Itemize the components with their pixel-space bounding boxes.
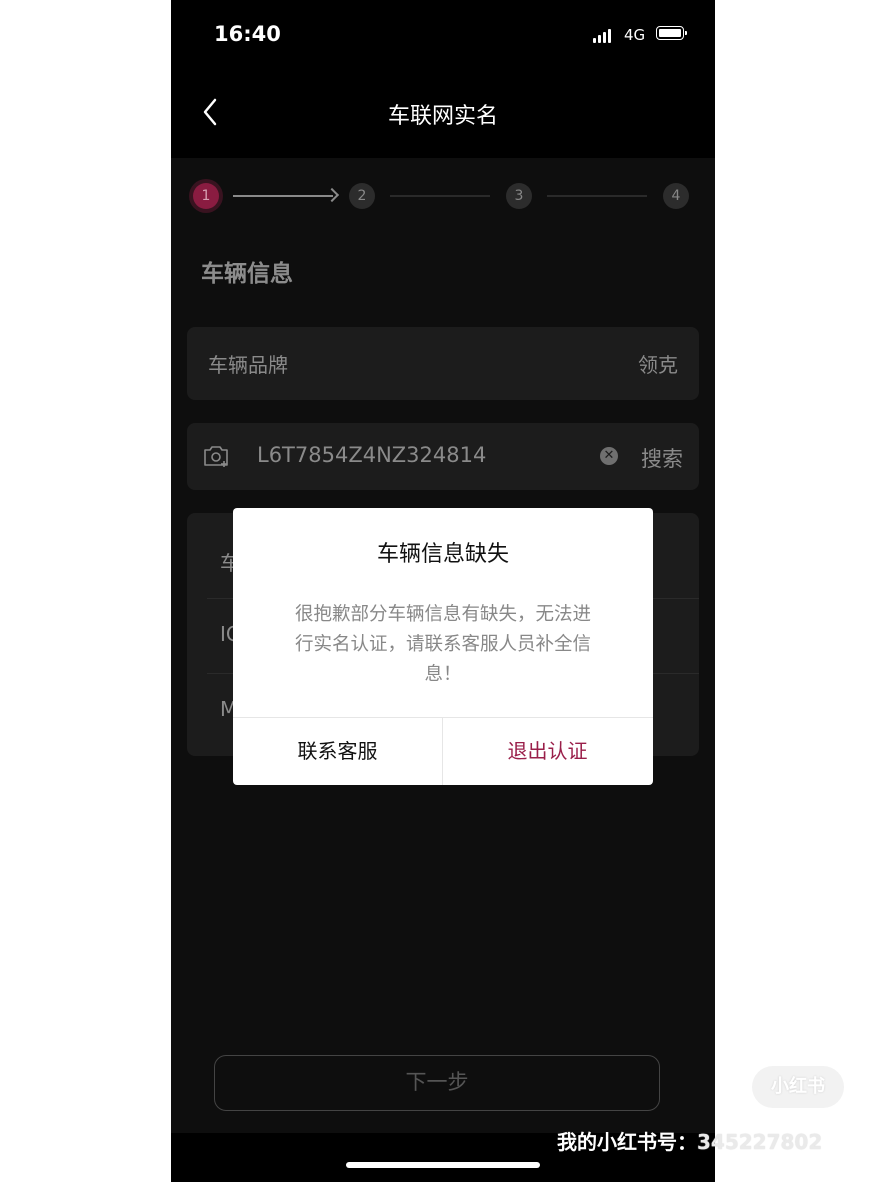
- contact-support-button[interactable]: 联系客服: [233, 718, 442, 785]
- home-indicator: [346, 1162, 540, 1168]
- status-bar: 16:40 4G: [171, 0, 715, 70]
- signal-icon: [593, 27, 611, 43]
- watermark: 我的小红书号：345227802: [557, 1126, 822, 1155]
- dialog-message: 很抱歉部分车辆信息有缺失，无法进行实名认证，请联系客服人员补全信息！: [294, 604, 591, 685]
- step-line-1: [233, 195, 333, 197]
- step-line-2: [390, 195, 490, 197]
- step-3: 3: [506, 183, 532, 209]
- page-title: 车联网实名: [387, 104, 498, 129]
- step-2: 2: [349, 183, 375, 209]
- step-line-3: [547, 195, 647, 197]
- xiaohongshu-logo: 小红书: [752, 1066, 844, 1108]
- brand-label: 车辆品牌: [208, 353, 288, 377]
- camera-scan-icon[interactable]: [202, 443, 230, 469]
- dialog-title: 车辆信息缺失: [376, 542, 509, 567]
- brand-value: 领克: [638, 353, 678, 377]
- nav-bar: 车联网实名: [171, 70, 715, 158]
- brand-card[interactable]: 车辆品牌 领克: [187, 327, 699, 400]
- phone-screen: 16:40 4G 车联网实名 1 2 3 4 车辆信息 车辆品牌 领克 L6T7…: [171, 0, 715, 1182]
- exit-verification-button[interactable]: 退出认证: [443, 718, 652, 785]
- next-step-button[interactable]: 下一步: [214, 1055, 660, 1111]
- battery-icon: [656, 26, 687, 40]
- clear-icon[interactable]: ✕: [600, 447, 618, 465]
- watermark-prefix: 我的小红书号：: [557, 1130, 697, 1154]
- vin-search-bar: ✕ 搜索: [187, 423, 699, 490]
- search-button[interactable]: 搜索: [641, 443, 683, 473]
- watermark-number: 345227802: [697, 1130, 823, 1154]
- missing-info-dialog: 车辆信息缺失 很抱歉部分车辆信息有缺失，无法进行实名认证，请联系客服人员补全信息…: [233, 508, 653, 785]
- progress-stepper: 1 2 3 4: [171, 158, 715, 234]
- step-arrow-icon: [324, 187, 340, 203]
- section-title: 车辆信息: [201, 261, 293, 287]
- vin-input[interactable]: [257, 443, 587, 467]
- network-type: 4G: [624, 26, 646, 44]
- step-4: 4: [663, 183, 689, 209]
- step-1: 1: [193, 183, 219, 209]
- status-time: 16:40: [214, 22, 281, 46]
